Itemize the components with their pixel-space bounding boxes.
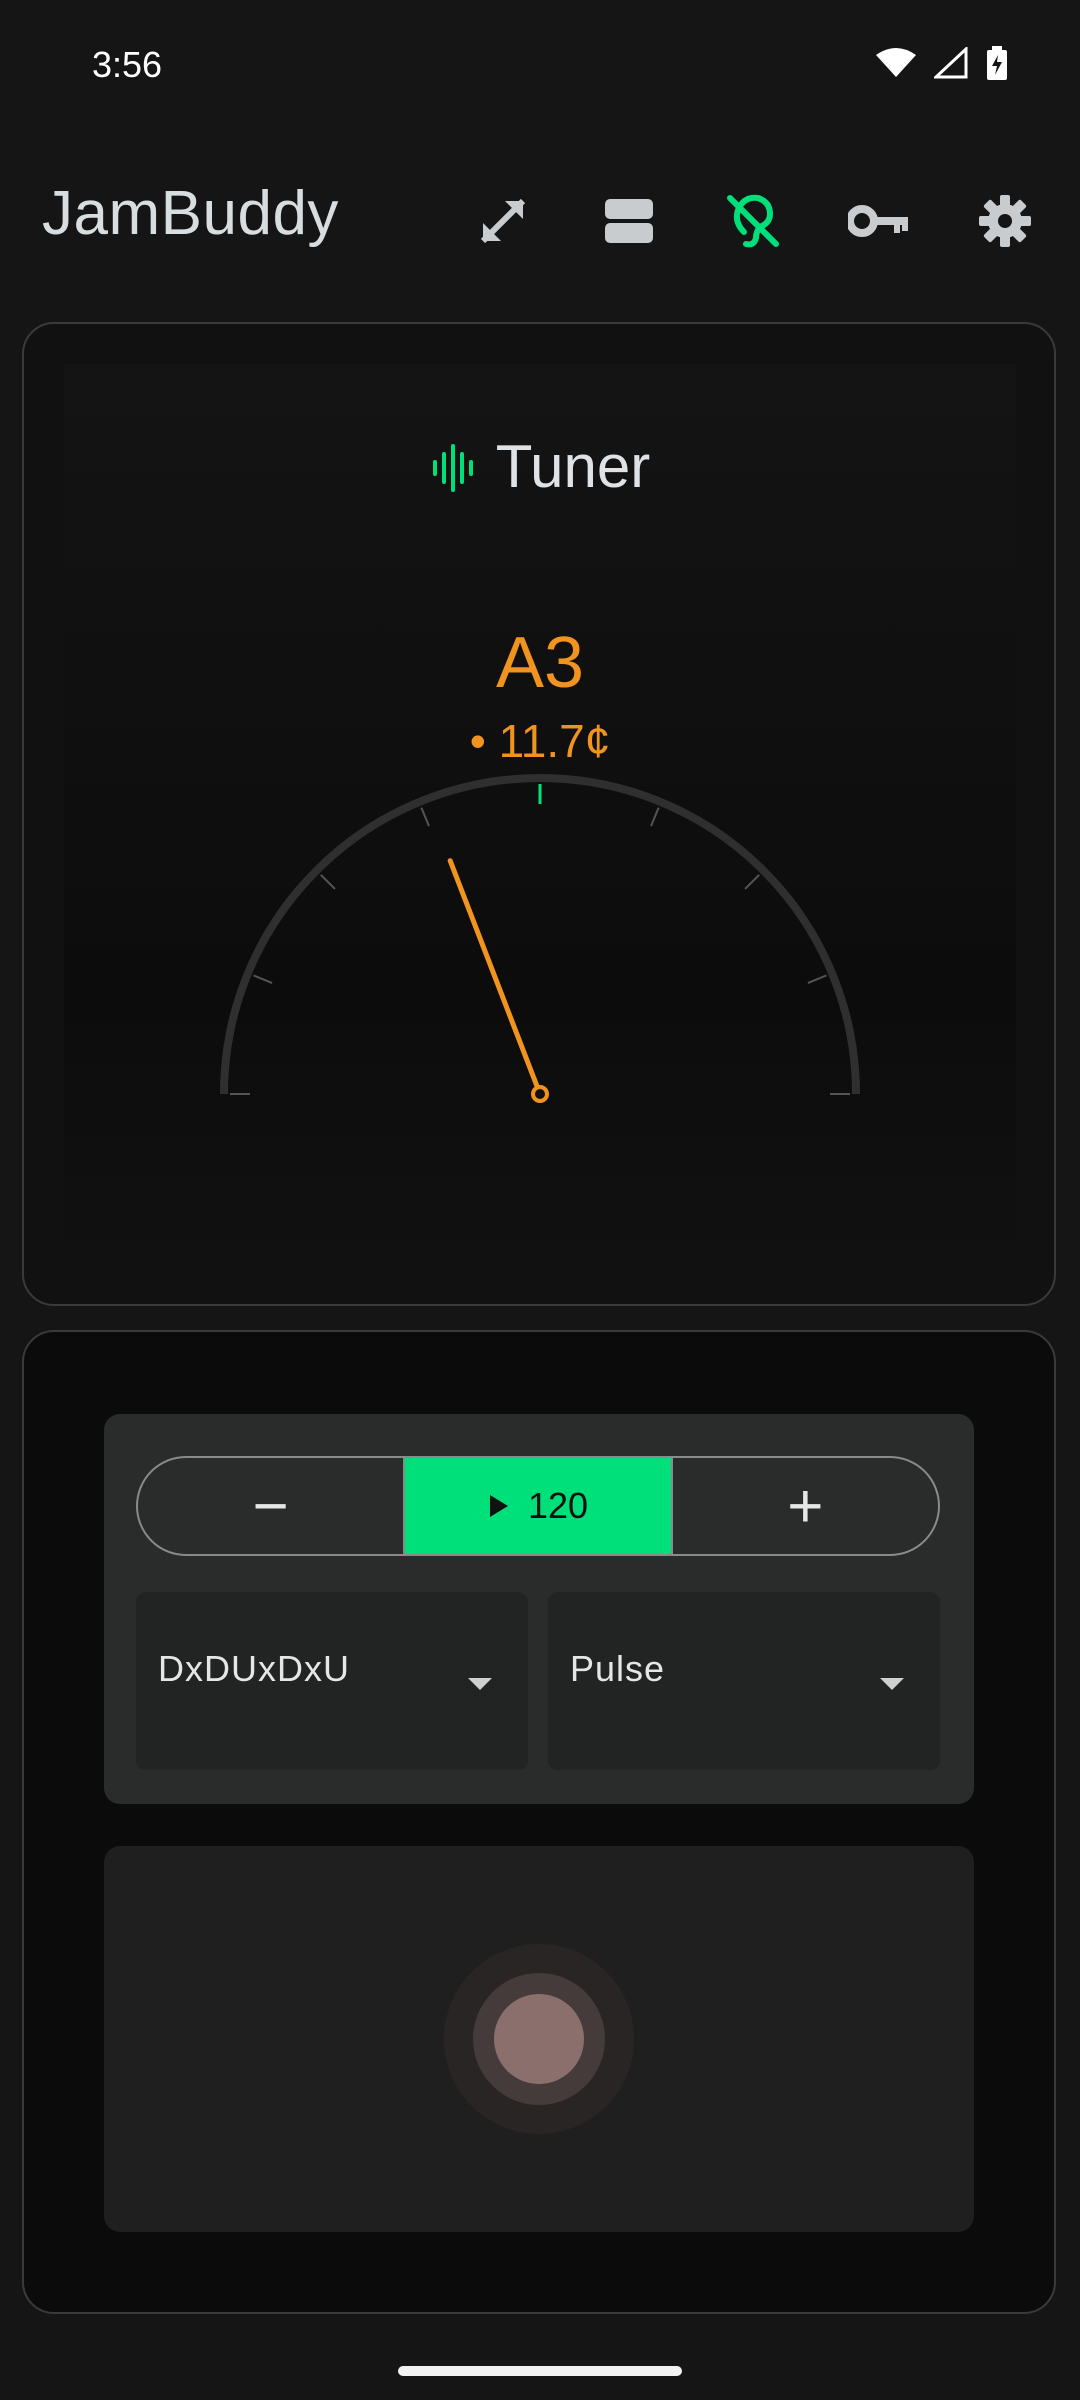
caret-down-icon (468, 1678, 492, 1690)
metronome-controls: − 120 + DxDUxDxU Pulse (104, 1414, 974, 1804)
gauge-tick (807, 974, 827, 984)
layout-button[interactable] (594, 186, 664, 256)
gauge-tick (253, 974, 273, 984)
signal-icon (934, 47, 968, 79)
gauge-ticks (230, 784, 850, 1095)
needle-pivot (531, 1085, 549, 1103)
strum-pattern-dropdown[interactable]: DxDUxDxU (136, 1592, 528, 1770)
key-button[interactable] (844, 186, 914, 256)
home-indicator[interactable] (398, 2366, 682, 2376)
gauge-tick (744, 874, 760, 890)
wifi-icon (876, 48, 916, 77)
tuning-gauge (220, 774, 860, 1103)
app-title: JamBuddy (42, 179, 339, 248)
status-bar: 3:56 (0, 0, 1080, 130)
tap-tempo-pad[interactable] (104, 1846, 974, 2232)
caret-down-icon (880, 1678, 904, 1690)
fullscreen-icon (480, 198, 526, 244)
gauge-tick (420, 807, 430, 827)
status-icons (876, 46, 1008, 80)
tuner-card: Tuner A3 • 11.7¢ (22, 322, 1056, 1306)
app-bar: JamBuddy (0, 160, 1080, 270)
metronome-card: − 120 + DxDUxDxU Pulse (22, 1330, 1056, 2314)
layout-icon (605, 199, 653, 243)
tuner-needle (447, 858, 543, 1097)
hearing-off-icon (727, 194, 779, 248)
battery-charging-icon (987, 46, 1007, 80)
beat-indicator (494, 1994, 584, 2084)
sound-dropdown[interactable]: Pulse (548, 1592, 940, 1770)
status-time: 3:56 (92, 44, 163, 85)
bpm-value: 120 (527, 1485, 589, 1526)
tuner-panel: Tuner A3 • 11.7¢ (64, 364, 1016, 1264)
gauge-tick (320, 874, 336, 890)
settings-button[interactable] (970, 186, 1040, 256)
bpm-increment-button[interactable]: + (670, 1458, 938, 1554)
bpm-stepper: − 120 + (136, 1456, 940, 1556)
gauge-tick (650, 807, 660, 827)
key-icon (848, 205, 908, 237)
settings-icon (979, 195, 1031, 247)
sound-value: Pulse (570, 1648, 666, 1689)
play-button[interactable]: 120 (405, 1458, 671, 1554)
bpm-decrement-button[interactable]: − (138, 1458, 406, 1554)
listen-toggle-button[interactable] (718, 186, 788, 256)
play-icon (489, 1495, 508, 1517)
gauge-arc (220, 774, 860, 1095)
fullscreen-button[interactable] (468, 186, 538, 256)
strum-pattern-value: DxDUxDxU (158, 1648, 350, 1689)
